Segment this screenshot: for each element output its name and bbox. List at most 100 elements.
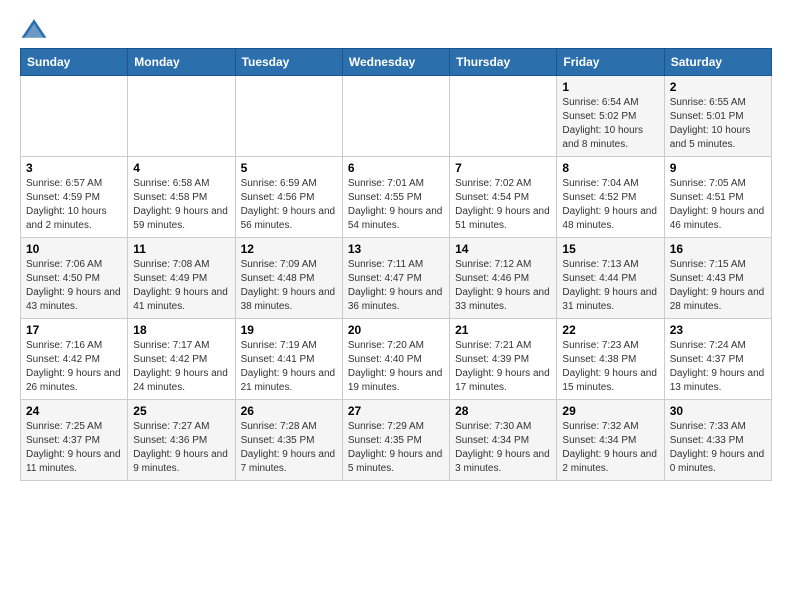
logo-icon bbox=[20, 16, 48, 44]
day-number: 7 bbox=[455, 161, 551, 175]
calendar-week-4: 17Sunrise: 7:16 AMSunset: 4:42 PMDayligh… bbox=[21, 319, 772, 400]
day-number: 23 bbox=[670, 323, 766, 337]
calendar-cell bbox=[128, 76, 235, 157]
column-header-friday: Friday bbox=[557, 49, 664, 76]
day-detail: Sunrise: 7:28 AMSunset: 4:35 PMDaylight:… bbox=[241, 420, 337, 476]
day-number: 19 bbox=[241, 323, 337, 337]
logo bbox=[20, 16, 52, 44]
day-number: 25 bbox=[133, 404, 229, 418]
day-detail: Sunrise: 6:57 AMSunset: 4:59 PMDaylight:… bbox=[26, 177, 122, 233]
day-detail: Sunrise: 7:02 AMSunset: 4:54 PMDaylight:… bbox=[455, 177, 551, 233]
column-header-wednesday: Wednesday bbox=[342, 49, 449, 76]
calendar-cell: 29 Sunrise: 7:32 AMSunset: 4:34 PMDayligh… bbox=[557, 400, 664, 481]
day-number: 8 bbox=[562, 161, 658, 175]
day-number: 9 bbox=[670, 161, 766, 175]
day-number: 27 bbox=[348, 404, 444, 418]
calendar-cell: 15 Sunrise: 7:13 AMSunset: 4:44 PMDayligh… bbox=[557, 238, 664, 319]
calendar-cell: 13Sunrise: 7:11 AMSunset: 4:47 PMDayligh… bbox=[342, 238, 449, 319]
day-number: 28 bbox=[455, 404, 551, 418]
calendar-week-2: 3 Sunrise: 6:57 AMSunset: 4:59 PMDaylight… bbox=[21, 157, 772, 238]
day-detail: Sunrise: 7:15 AMSunset: 4:43 PMDaylight:… bbox=[670, 258, 766, 314]
calendar-body: 1 Sunrise: 6:54 AMSunset: 5:02 PMDaylight… bbox=[21, 76, 772, 481]
calendar-table: SundayMondayTuesdayWednesdayThursdayFrid… bbox=[20, 48, 772, 481]
calendar-cell: 3 Sunrise: 6:57 AMSunset: 4:59 PMDaylight… bbox=[21, 157, 128, 238]
day-detail: Sunrise: 7:06 AMSunset: 4:50 PMDaylight:… bbox=[26, 258, 122, 314]
calendar-cell bbox=[235, 76, 342, 157]
calendar-cell: 7 Sunrise: 7:02 AMSunset: 4:54 PMDaylight… bbox=[450, 157, 557, 238]
column-header-sunday: Sunday bbox=[21, 49, 128, 76]
calendar-cell: 27 Sunrise: 7:29 AMSunset: 4:35 PMDayligh… bbox=[342, 400, 449, 481]
day-number: 5 bbox=[241, 161, 337, 175]
day-detail: Sunrise: 7:32 AMSunset: 4:34 PMDaylight:… bbox=[562, 420, 658, 476]
column-header-row: SundayMondayTuesdayWednesdayThursdayFrid… bbox=[21, 49, 772, 76]
calendar-cell: 11Sunrise: 7:08 AMSunset: 4:49 PMDayligh… bbox=[128, 238, 235, 319]
calendar-cell bbox=[21, 76, 128, 157]
day-number: 6 bbox=[348, 161, 444, 175]
day-detail: Sunrise: 7:27 AMSunset: 4:36 PMDaylight:… bbox=[133, 420, 229, 476]
calendar-week-3: 10Sunrise: 7:06 AMSunset: 4:50 PMDayligh… bbox=[21, 238, 772, 319]
day-number: 26 bbox=[241, 404, 337, 418]
day-number: 1 bbox=[562, 80, 658, 94]
day-number: 2 bbox=[670, 80, 766, 94]
day-detail: Sunrise: 7:13 AMSunset: 4:44 PMDaylight:… bbox=[562, 258, 658, 314]
day-detail: Sunrise: 7:16 AMSunset: 4:42 PMDaylight:… bbox=[26, 339, 122, 395]
day-detail: Sunrise: 6:54 AMSunset: 5:02 PMDaylight:… bbox=[562, 96, 658, 152]
calendar-cell: 1 Sunrise: 6:54 AMSunset: 5:02 PMDaylight… bbox=[557, 76, 664, 157]
calendar-week-1: 1 Sunrise: 6:54 AMSunset: 5:02 PMDaylight… bbox=[21, 76, 772, 157]
day-detail: Sunrise: 7:23 AMSunset: 4:38 PMDaylight:… bbox=[562, 339, 658, 395]
day-detail: Sunrise: 7:33 AMSunset: 4:33 PMDaylight:… bbox=[670, 420, 766, 476]
day-number: 29 bbox=[562, 404, 658, 418]
calendar-cell: 24 Sunrise: 7:25 AMSunset: 4:37 PMDayligh… bbox=[21, 400, 128, 481]
calendar-cell: 20 Sunrise: 7:20 AMSunset: 4:40 PMDayligh… bbox=[342, 319, 449, 400]
day-number: 20 bbox=[348, 323, 444, 337]
calendar-cell bbox=[450, 76, 557, 157]
day-detail: Sunrise: 7:20 AMSunset: 4:40 PMDaylight:… bbox=[348, 339, 444, 395]
day-detail: Sunrise: 7:17 AMSunset: 4:42 PMDaylight:… bbox=[133, 339, 229, 395]
day-detail: Sunrise: 7:05 AMSunset: 4:51 PMDaylight:… bbox=[670, 177, 766, 233]
day-detail: Sunrise: 7:25 AMSunset: 4:37 PMDaylight:… bbox=[26, 420, 122, 476]
day-number: 12 bbox=[241, 242, 337, 256]
calendar-cell: 10Sunrise: 7:06 AMSunset: 4:50 PMDayligh… bbox=[21, 238, 128, 319]
calendar-cell: 25 Sunrise: 7:27 AMSunset: 4:36 PMDayligh… bbox=[128, 400, 235, 481]
day-detail: Sunrise: 7:04 AMSunset: 4:52 PMDaylight:… bbox=[562, 177, 658, 233]
calendar-cell: 2 Sunrise: 6:55 AMSunset: 5:01 PMDaylight… bbox=[664, 76, 771, 157]
calendar-week-5: 24 Sunrise: 7:25 AMSunset: 4:37 PMDayligh… bbox=[21, 400, 772, 481]
day-detail: Sunrise: 7:30 AMSunset: 4:34 PMDaylight:… bbox=[455, 420, 551, 476]
calendar-cell: 19 Sunrise: 7:19 AMSunset: 4:41 PMDayligh… bbox=[235, 319, 342, 400]
column-header-thursday: Thursday bbox=[450, 49, 557, 76]
calendar-cell: 26 Sunrise: 7:28 AMSunset: 4:35 PMDayligh… bbox=[235, 400, 342, 481]
calendar-cell: 12 Sunrise: 7:09 AMSunset: 4:48 PMDayligh… bbox=[235, 238, 342, 319]
day-detail: Sunrise: 7:19 AMSunset: 4:41 PMDaylight:… bbox=[241, 339, 337, 395]
calendar-cell: 16Sunrise: 7:15 AMSunset: 4:43 PMDayligh… bbox=[664, 238, 771, 319]
day-detail: Sunrise: 7:09 AMSunset: 4:48 PMDaylight:… bbox=[241, 258, 337, 314]
day-detail: Sunrise: 7:21 AMSunset: 4:39 PMDaylight:… bbox=[455, 339, 551, 395]
calendar-cell: 28 Sunrise: 7:30 AMSunset: 4:34 PMDayligh… bbox=[450, 400, 557, 481]
calendar-cell: 8 Sunrise: 7:04 AMSunset: 4:52 PMDaylight… bbox=[557, 157, 664, 238]
day-detail: Sunrise: 6:59 AMSunset: 4:56 PMDaylight:… bbox=[241, 177, 337, 233]
day-number: 15 bbox=[562, 242, 658, 256]
calendar-cell: 14 Sunrise: 7:12 AMSunset: 4:46 PMDayligh… bbox=[450, 238, 557, 319]
day-detail: Sunrise: 6:55 AMSunset: 5:01 PMDaylight:… bbox=[670, 96, 766, 152]
day-number: 24 bbox=[26, 404, 122, 418]
day-number: 21 bbox=[455, 323, 551, 337]
calendar-cell bbox=[342, 76, 449, 157]
calendar-cell: 30Sunrise: 7:33 AMSunset: 4:33 PMDayligh… bbox=[664, 400, 771, 481]
day-number: 4 bbox=[133, 161, 229, 175]
column-header-tuesday: Tuesday bbox=[235, 49, 342, 76]
day-number: 3 bbox=[26, 161, 122, 175]
calendar-cell: 17Sunrise: 7:16 AMSunset: 4:42 PMDayligh… bbox=[21, 319, 128, 400]
day-detail: Sunrise: 7:01 AMSunset: 4:55 PMDaylight:… bbox=[348, 177, 444, 233]
day-detail: Sunrise: 6:58 AMSunset: 4:58 PMDaylight:… bbox=[133, 177, 229, 233]
day-number: 18 bbox=[133, 323, 229, 337]
day-number: 14 bbox=[455, 242, 551, 256]
column-header-monday: Monday bbox=[128, 49, 235, 76]
calendar-cell: 6 Sunrise: 7:01 AMSunset: 4:55 PMDaylight… bbox=[342, 157, 449, 238]
day-number: 22 bbox=[562, 323, 658, 337]
calendar-cell: 23Sunrise: 7:24 AMSunset: 4:37 PMDayligh… bbox=[664, 319, 771, 400]
calendar-cell: 9 Sunrise: 7:05 AMSunset: 4:51 PMDaylight… bbox=[664, 157, 771, 238]
day-detail: Sunrise: 7:29 AMSunset: 4:35 PMDaylight:… bbox=[348, 420, 444, 476]
page-header bbox=[20, 16, 772, 44]
day-detail: Sunrise: 7:12 AMSunset: 4:46 PMDaylight:… bbox=[455, 258, 551, 314]
day-number: 11 bbox=[133, 242, 229, 256]
calendar-cell: 5 Sunrise: 6:59 AMSunset: 4:56 PMDaylight… bbox=[235, 157, 342, 238]
